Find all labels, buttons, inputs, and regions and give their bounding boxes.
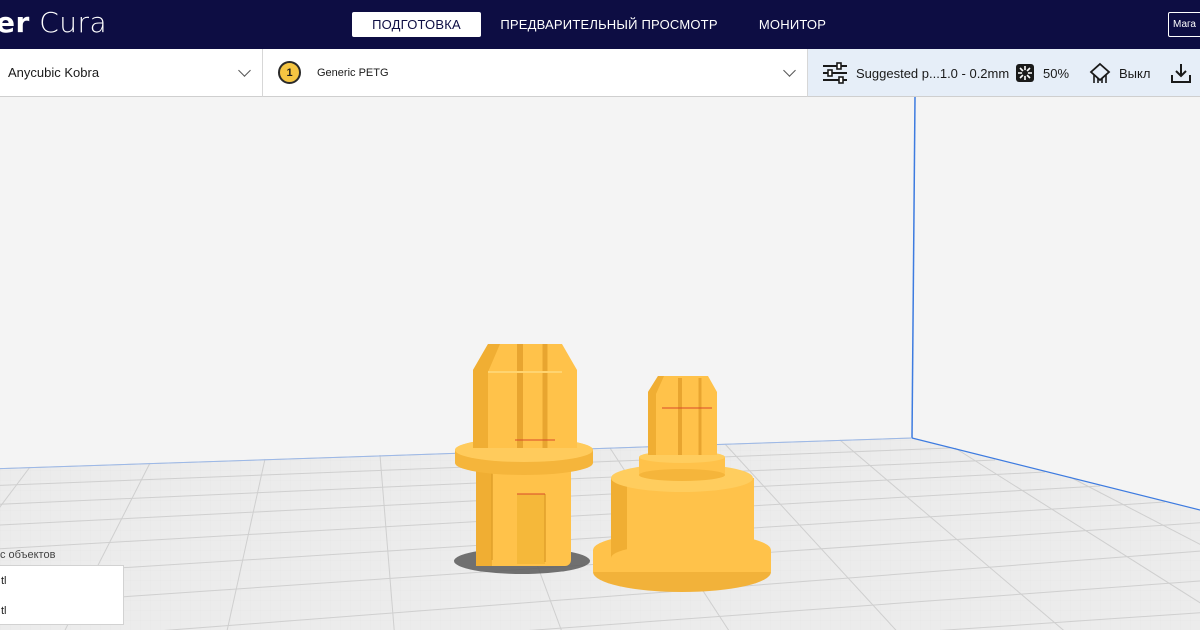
list-item[interactable]: tl — [1, 575, 7, 587]
material-name: Generic PETG — [317, 67, 389, 79]
stage-tabs: ПОДГОТОВКА ПРЕДВАРИТЕЛЬНЫЙ ПРОСМОТР МОНИ… — [352, 12, 826, 37]
tab-prepare[interactable]: ПОДГОТОВКА — [352, 12, 481, 37]
chevron-down-icon — [783, 64, 796, 77]
app-title: er Cura — [0, 6, 108, 39]
object-list-title: с объектов — [0, 549, 56, 561]
printer-selector[interactable]: Anycubic Kobra — [0, 49, 263, 97]
save-button[interactable] — [1170, 49, 1200, 97]
printer-name: Anycubic Kobra — [8, 65, 100, 80]
tab-preview[interactable]: ПРЕДВАРИТЕЛЬНЫЙ ПРОСМОТР — [500, 12, 717, 37]
print-settings-panel[interactable]: Suggested p...1.0 - 0.2mm 50% Выкл — [808, 49, 1200, 97]
support-label: Выкл — [1119, 65, 1151, 81]
list-item[interactable]: tl — [1, 605, 7, 617]
profile-label: Suggested p...1.0 - 0.2mm — [856, 65, 1010, 81]
infill-label: 50% — [1043, 65, 1070, 81]
tab-monitor[interactable]: МОНИТОР — [759, 12, 826, 37]
build-volume-edge — [911, 97, 916, 439]
profile-setting[interactable]: Suggested p...1.0 - 0.2mm — [822, 49, 1009, 97]
model-part-right[interactable] — [593, 376, 771, 592]
save-icon — [1171, 64, 1191, 83]
material-selector[interactable]: 1 Generic PETG — [263, 49, 808, 97]
infill-setting[interactable]: 50% — [1015, 49, 1069, 97]
build-plate-scene[interactable] — [0, 97, 1200, 630]
infill-icon — [1016, 64, 1034, 82]
toolbar: Anycubic Kobra 1 Generic PETG Suggested … — [0, 49, 1200, 97]
app-header: er Cura ПОДГОТОВКА ПРЕДВАРИТЕЛЬНЫЙ ПРОСМ… — [0, 0, 1200, 49]
3d-viewport[interactable] — [0, 97, 1200, 630]
extruder-badge-icon: 1 — [278, 61, 301, 84]
marketplace-button[interactable]: Мага — [1168, 12, 1200, 37]
support-icon — [1089, 62, 1111, 83]
chevron-down-icon — [238, 64, 251, 77]
support-setting[interactable]: Выкл — [1089, 49, 1150, 97]
object-list[interactable]: tl tl — [0, 565, 124, 625]
sliders-icon — [823, 62, 847, 84]
